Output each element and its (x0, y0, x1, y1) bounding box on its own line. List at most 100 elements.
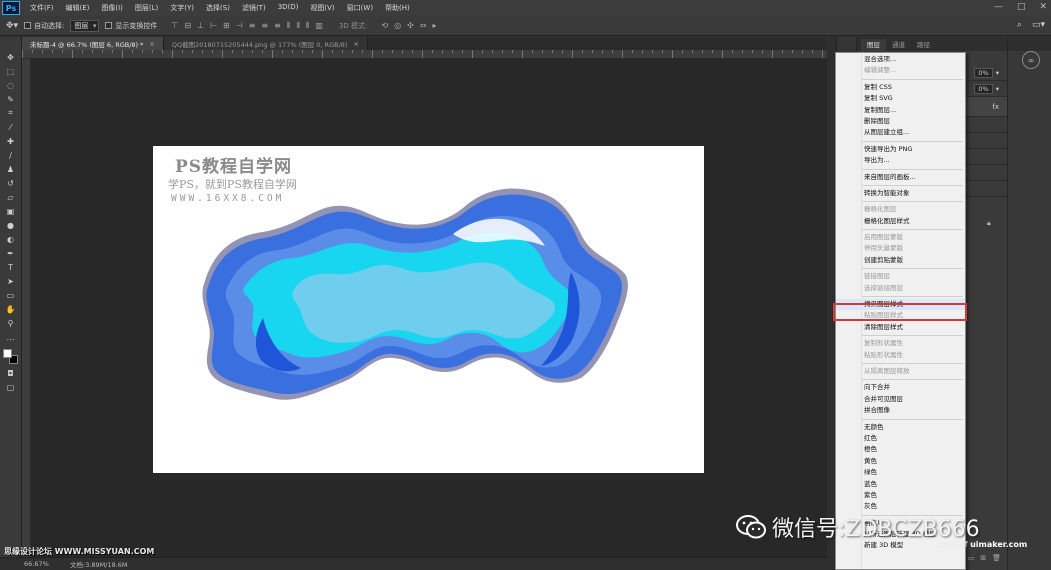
context-menu-item[interactable]: 复制图层... (836, 105, 965, 116)
eyedropper-tool-icon[interactable]: ⁄ (4, 121, 18, 133)
opacity-field[interactable]: 0% (974, 67, 993, 78)
auto-align-icon[interactable]: ▥ (315, 21, 323, 31)
context-menu-item[interactable]: 蓝色 (836, 479, 965, 490)
type-tool-icon[interactable]: T (4, 261, 18, 273)
move-tool-icon[interactable]: ✥ (4, 51, 18, 63)
healing-brush-icon[interactable]: ✚ (4, 135, 18, 147)
distribute-hcenter-icon[interactable]: ⦀ (296, 21, 300, 31)
brush-tool-icon[interactable]: ∕ (4, 149, 18, 161)
distribute-vcenter-icon[interactable]: ≡ (261, 21, 268, 31)
chevron-down-icon[interactable]: ▾ (996, 85, 999, 93)
zoom-level[interactable]: 66.67% (24, 560, 54, 568)
path-select-icon[interactable]: ➤ (4, 275, 18, 287)
menu-item[interactable]: 视图(V) (304, 3, 340, 13)
show-transform-checkbox[interactable]: 显示变换控件 (105, 21, 157, 31)
context-menu-item[interactable]: 黄色 (836, 456, 965, 467)
menu-item[interactable]: 选择(S) (200, 3, 236, 13)
tab-paths[interactable]: 路径 (911, 39, 936, 51)
move-tool-icon[interactable]: ✥▾ (6, 21, 18, 31)
context-menu-item[interactable]: 栅格化图层样式 (836, 216, 965, 227)
3d-roll-icon[interactable]: ◎ (394, 21, 401, 30)
maximize-button[interactable]: □ (1017, 2, 1026, 12)
color-swatches[interactable] (2, 349, 19, 365)
context-menu-item[interactable]: 向下合并 (836, 382, 965, 393)
context-menu-item[interactable]: 混合选项... (836, 54, 965, 65)
search-icon[interactable]: ⌕ (1017, 20, 1022, 30)
creative-cloud-icon[interactable]: ∞ (1022, 51, 1040, 69)
screen-mode-icon[interactable]: ▢ (4, 381, 18, 393)
quick-select-tool-icon[interactable]: ✎ (4, 93, 18, 105)
context-menu-item[interactable]: 紫色 (836, 490, 965, 501)
gradient-tool-icon[interactable]: ▣ (4, 205, 18, 217)
auto-select-dropdown[interactable]: 图层 (70, 19, 100, 32)
context-menu-item[interactable]: 创建剪贴蒙版 (836, 255, 965, 266)
context-menu-item[interactable]: 拼合图像 (836, 405, 965, 416)
crop-tool-icon[interactable]: ⌗ (4, 107, 18, 119)
3d-drag-icon[interactable]: ✣ (407, 21, 414, 30)
distribute-left-icon[interactable]: ⦀ (287, 21, 291, 31)
tab-channels[interactable]: 通道 (886, 39, 911, 51)
auto-select-checkbox[interactable]: 自动选择: (24, 21, 64, 31)
context-menu-item[interactable]: 来自图层的画板... (836, 172, 965, 183)
menu-item[interactable]: 图层(L) (129, 3, 164, 13)
document-canvas[interactable]: PS教程自学网 学PS，就到PS教程自学网 WWW.16XX8.COM (153, 146, 704, 473)
context-menu-item[interactable]: 导出为... (836, 155, 965, 166)
quick-mask-icon[interactable]: ◘ (4, 367, 18, 379)
shape-tool-icon[interactable]: ▭ (4, 289, 18, 301)
trash-icon[interactable]: 🗑︎ (992, 554, 1001, 566)
3d-scale-icon[interactable]: ▸ (433, 21, 437, 30)
context-menu-item[interactable]: 快速导出为 PNG (836, 144, 965, 155)
menu-item[interactable]: 3D(D) (272, 3, 305, 13)
context-menu-item[interactable]: 清除图层样式 (836, 322, 965, 333)
context-menu-item[interactable]: 绿色 (836, 467, 965, 478)
align-vcenter-icon[interactable]: ⊟ (184, 21, 191, 31)
context-menu-item[interactable]: 红色 (836, 433, 965, 444)
3d-slide-icon[interactable]: ⇔ (420, 21, 427, 30)
align-bottom-icon[interactable]: ⊥ (197, 21, 204, 31)
fill-field[interactable]: 0% (974, 83, 993, 94)
menu-item[interactable]: 文字(Y) (164, 3, 200, 13)
hand-tool-icon[interactable]: ✋ (4, 303, 18, 315)
history-brush-icon[interactable]: ↺ (4, 177, 18, 189)
chevron-down-icon[interactable]: ▾ (996, 69, 999, 77)
menu-item[interactable]: 编辑(E) (60, 3, 96, 13)
tab-layers[interactable]: 图层 (861, 39, 886, 51)
zoom-tool-icon[interactable]: ⚲ (4, 317, 18, 329)
tab-qq-screenshot[interactable]: QQ截图20180715205444.png @ 177% (图层 0, RGB… (163, 37, 368, 50)
align-hcenter-icon[interactable]: ⊞ (223, 21, 230, 31)
pen-tool-icon[interactable]: ✒ (4, 247, 18, 259)
new-layer-icon[interactable]: ⊞ (980, 554, 986, 566)
context-menu-item[interactable]: 复制 SVG (836, 93, 965, 104)
menu-item[interactable]: 图像(I) (95, 3, 129, 13)
menu-item[interactable]: 帮助(H) (379, 3, 416, 13)
3d-rotate-icon[interactable]: ⟲ (381, 21, 388, 30)
new-group-icon[interactable]: ▭ (968, 554, 975, 566)
align-top-icon[interactable]: ⊤ (171, 21, 178, 31)
minimize-button[interactable]: — (994, 2, 1003, 12)
tab-untitled-4[interactable]: 未标题-4 @ 66.7% (图层 6, RGB/8) * × (22, 37, 164, 50)
lasso-tool-icon[interactable]: ◌ (4, 79, 18, 91)
close-button[interactable]: ✕ (1039, 2, 1047, 12)
clone-stamp-icon[interactable]: ♟ (4, 163, 18, 175)
context-menu-item[interactable]: 合并可见图层 (836, 394, 965, 405)
menu-item[interactable]: 窗口(W) (341, 3, 379, 13)
blur-tool-icon[interactable]: ● (4, 219, 18, 231)
workspace-icon[interactable]: ▭▾ (1032, 20, 1045, 30)
menu-item[interactable]: 文件(F) (24, 3, 60, 13)
close-tab-icon[interactable]: × (353, 40, 358, 48)
menu-item[interactable]: 滤镜(T) (236, 3, 272, 13)
canvas-area[interactable]: PS教程自学网 学PS，就到PS教程自学网 WWW.16XX8.COM (31, 59, 827, 557)
align-left-icon[interactable]: ⊢ (210, 21, 217, 31)
foreground-color-swatch[interactable] (2, 349, 12, 358)
context-menu-item[interactable]: 橙色 (836, 444, 965, 455)
marquee-tool-icon[interactable]: ⬚ (4, 65, 18, 77)
more-tools-icon[interactable]: … (4, 331, 18, 343)
fx-icon[interactable]: fx (992, 103, 999, 111)
context-menu-item[interactable]: 转换为智能对象 (836, 188, 965, 199)
document-size[interactable]: 文档:3.89M/18.6M (70, 559, 128, 569)
context-menu-item[interactable]: 复制 CSS (836, 82, 965, 93)
distribute-right-icon[interactable]: ⦀ (306, 21, 310, 31)
context-menu-item[interactable]: 删除图层 (836, 116, 965, 127)
dodge-tool-icon[interactable]: ◐ (4, 233, 18, 245)
eraser-tool-icon[interactable]: ▱ (4, 191, 18, 203)
